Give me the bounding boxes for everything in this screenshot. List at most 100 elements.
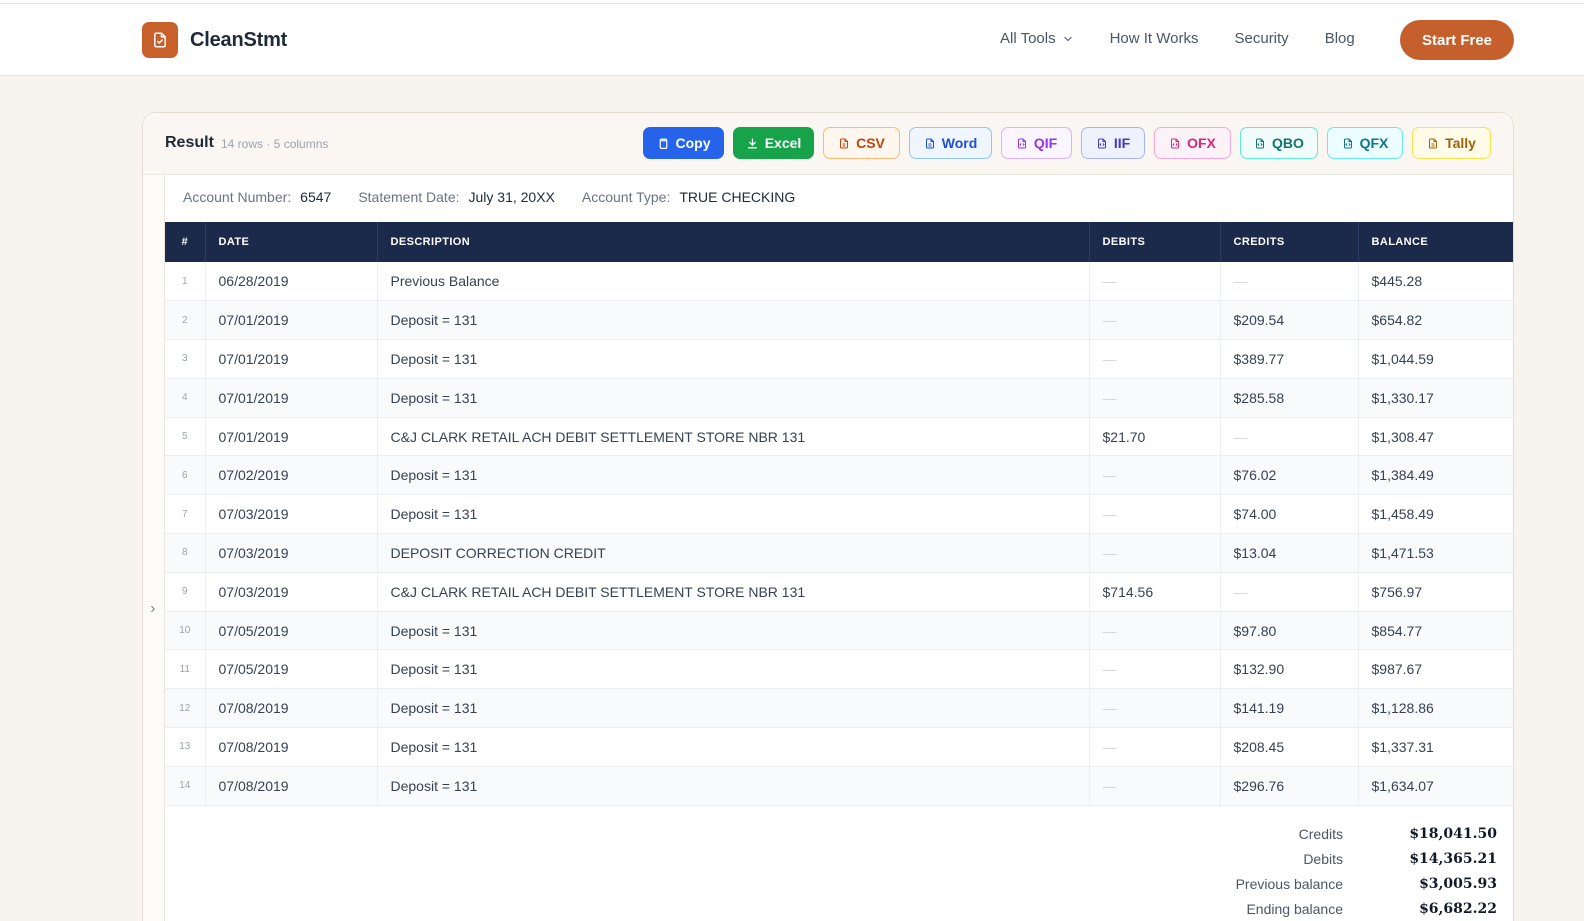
table-row[interactable]: 2 07/01/2019 Deposit = 131— $209.54 $654.82 [165, 300, 1513, 341]
cell-row-number: 3 [165, 339, 206, 379]
cell-description: Deposit = 131 [377, 766, 1090, 806]
totals-value: $6,682.22 [1419, 900, 1497, 917]
clipboard-icon [659, 138, 667, 149]
cell-debit: — [1089, 688, 1221, 729]
cell-credit: $141.19 [1220, 688, 1359, 729]
qif-button[interactable]: QIF [1001, 127, 1072, 159]
cell-row-number: 11 [165, 649, 206, 690]
csv-button[interactable]: CSV [823, 127, 900, 159]
cell-row-number: 2 [165, 300, 206, 341]
account-type-label: Account Type: [581, 189, 671, 205]
cell-balance: $1,471.53 [1358, 533, 1513, 573]
totals-row: Ending balance $6,682.22 [1203, 896, 1497, 921]
cell-row-number: 7 [165, 494, 206, 535]
qfx-button[interactable]: QFX [1327, 127, 1403, 159]
excel-button[interactable]: Excel [733, 127, 814, 159]
table-row[interactable]: 13 07/08/2019 Deposit = 131— $208.45 $1,337.… [165, 727, 1513, 767]
chevron-down-icon [1063, 36, 1072, 41]
account-number-value: 6547 [300, 189, 332, 205]
export-toolbar: Copy Excel CSV Word QIF IIF OFX QBO QFX … [643, 127, 1500, 159]
qbo-button[interactable]: QBO [1240, 127, 1318, 159]
cell-balance: $987.67 [1358, 649, 1513, 690]
cell-debit: — [1089, 766, 1221, 806]
tally-button[interactable]: Tally [1412, 127, 1491, 159]
word-button[interactable]: Word [909, 127, 992, 159]
transactions-table: # DATE DESCRIPTION DEBITS CREDITS BALANC… [165, 222, 1513, 806]
start-free-button[interactable]: Start Free [1400, 20, 1514, 60]
cell-description: Deposit = 131 [377, 300, 1090, 341]
brand-logo[interactable]: CleanStmt [142, 22, 287, 58]
table-row[interactable]: 3 07/01/2019 Deposit = 131— $389.77 $1,044.5… [165, 339, 1513, 379]
cell-balance: $1,634.07 [1358, 766, 1513, 806]
table-row[interactable]: 12 07/08/2019 Deposit = 131— $141.19 $1,128.… [165, 688, 1513, 729]
cell-balance: $756.97 [1358, 572, 1513, 612]
top-navbar: CleanStmt All Tools How It Works Securit… [0, 4, 1584, 76]
file-icon [840, 138, 849, 148]
cell-description: Deposit = 131 [377, 611, 1090, 651]
cell-row-number: 13 [165, 727, 206, 767]
account-info: Account Number: 6547 Statement Date: Jul… [183, 189, 822, 205]
table-row[interactable]: 1 06/28/2019 Previous Balance — — $445.28 [165, 262, 1513, 302]
copy-button[interactable]: Copy [643, 127, 724, 159]
cell-date: 07/02/2019 [205, 455, 378, 496]
cell-credit: $74.00 [1220, 494, 1359, 535]
table-row[interactable]: 14 07/08/2019 Deposit = 131— $296.76 $1,634.… [165, 766, 1513, 806]
col-header-number[interactable]: # [165, 222, 206, 262]
totals-label: Debits [1303, 850, 1343, 867]
cell-date: 07/01/2019 [205, 378, 378, 418]
col-header-description[interactable]: DESCRIPTION [377, 222, 1090, 262]
cell-date: 07/08/2019 [205, 766, 378, 806]
nav-blog[interactable]: Blog [1325, 30, 1355, 47]
cell-description: Deposit = 131 [377, 727, 1090, 767]
cell-date: 07/05/2019 [205, 649, 378, 690]
cell-row-number: 6 [165, 455, 206, 496]
cell-debit: $21.70 [1089, 417, 1221, 457]
table-row[interactable]: 11 07/05/2019 Deposit = 131— $132.90 $987.67 [165, 649, 1513, 690]
cell-credit: — [1220, 572, 1359, 612]
ofx-button[interactable]: OFX [1154, 127, 1231, 159]
side-panel-toggle-strip[interactable] [143, 175, 165, 921]
table-row[interactable]: 4 07/01/2019 Deposit = 131— $285.58 $1,330.1… [165, 378, 1513, 418]
file-text-icon [925, 138, 934, 148]
cell-date: 07/01/2019 [205, 417, 378, 457]
col-header-date[interactable]: DATE [205, 222, 378, 262]
cell-description: Deposit = 131 [377, 455, 1090, 496]
totals-label: Ending balance [1246, 900, 1343, 917]
nav-how-it-works[interactable]: How It Works [1110, 30, 1199, 47]
cell-credit: $97.80 [1220, 611, 1359, 651]
totals-row: Debits $14,365.21 [1203, 846, 1497, 871]
brand-name: CleanStmt [190, 28, 288, 51]
cell-balance: $1,330.17 [1358, 378, 1513, 418]
cell-credit: $208.45 [1220, 727, 1359, 767]
table-row[interactable]: 8 07/03/2019 DEPOSIT CORRECTION CREDIT — $13… [165, 533, 1513, 573]
cell-date: 06/28/2019 [205, 262, 378, 302]
file-export-icon [1343, 138, 1352, 148]
chevron-right-icon[interactable] [148, 603, 158, 615]
iif-button[interactable]: IIF [1081, 127, 1145, 159]
table-row[interactable]: 7 07/03/2019 Deposit = 131— $74.00 $1,458.49 [165, 494, 1513, 535]
nav-security[interactable]: Security [1235, 30, 1289, 47]
file-export-icon [1097, 138, 1106, 148]
table-header-row: # DATE DESCRIPTION DEBITS CREDITS BALANC… [165, 222, 1513, 262]
col-header-balance[interactable]: BALANCE [1358, 222, 1513, 262]
download-icon [747, 138, 757, 148]
cell-description: Deposit = 131 [377, 339, 1090, 379]
cell-credit: $285.58 [1220, 378, 1359, 418]
table-row[interactable]: 6 07/02/2019 Deposit = 131— $76.02 $1,384.49 [165, 455, 1513, 496]
cell-credit: $76.02 [1220, 455, 1359, 496]
table-row[interactable]: 10 07/05/2019 Deposit = 131— $97.80 $854.77 [165, 611, 1513, 651]
cell-balance: $1,044.59 [1358, 339, 1513, 379]
cell-debit: $714.56 [1089, 572, 1221, 612]
totals-value: $14,365.21 [1409, 850, 1497, 867]
col-header-debits[interactable]: DEBITS [1089, 222, 1221, 262]
table-row[interactable]: 9 07/03/2019 C&J CLARK RETAIL ACH DEBIT SE… [165, 572, 1513, 612]
cell-debit: — [1089, 455, 1221, 496]
col-header-credits[interactable]: CREDITS [1220, 222, 1359, 262]
cell-row-number: 9 [165, 572, 206, 612]
nav-all-tools[interactable]: All Tools [1000, 30, 1074, 47]
table-row[interactable]: 5 07/01/2019 C&J CLARK RETAIL ACH DEBIT SE… [165, 417, 1513, 457]
cell-credit: $209.54 [1220, 300, 1359, 341]
cell-date: 07/03/2019 [205, 533, 378, 573]
cell-balance: $1,308.47 [1358, 417, 1513, 457]
cell-description: Deposit = 131 [377, 494, 1090, 535]
